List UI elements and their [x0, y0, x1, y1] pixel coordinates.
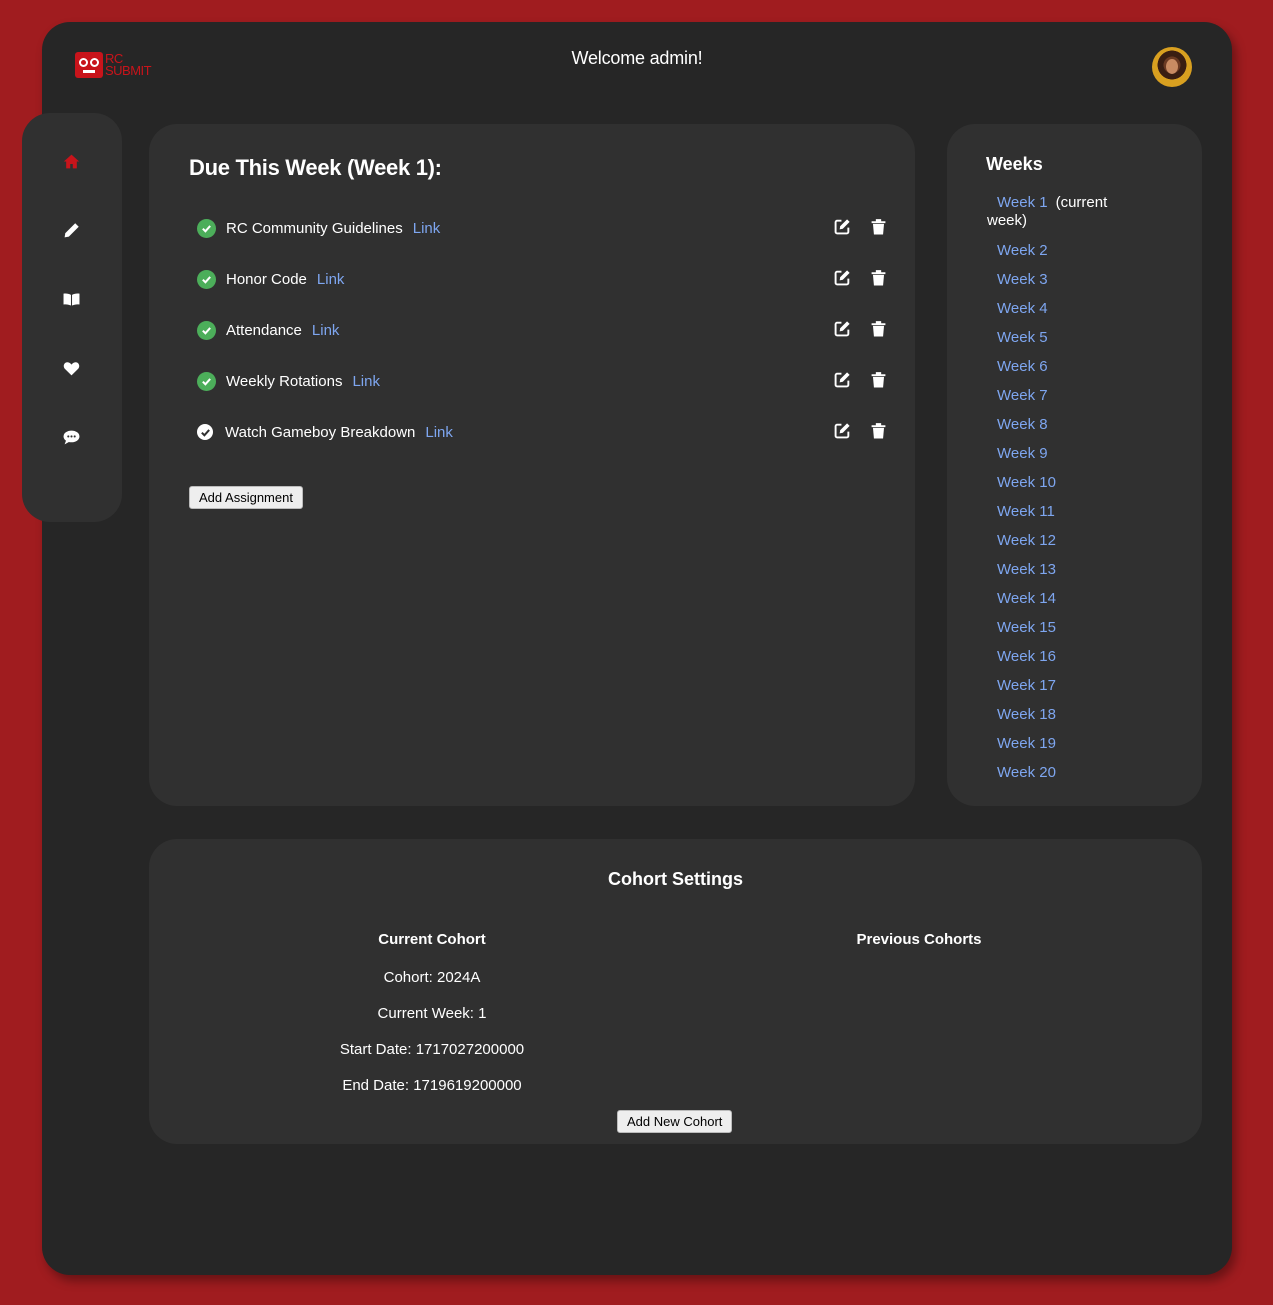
week-link[interactable]: Week 15 [997, 619, 1056, 636]
assignment-row: Watch Gameboy Breakdown Link [197, 421, 887, 443]
sidebar-nav [22, 113, 122, 522]
cohort-name: Cohort: 2024A [383, 969, 481, 986]
assignment-link[interactable]: Link [317, 271, 345, 288]
week-item: Week 5 [997, 329, 1107, 358]
week-link[interactable]: Week 4 [997, 300, 1048, 317]
assignment-name: Weekly Rotations [226, 372, 343, 390]
week-item: Week 14 [997, 590, 1107, 619]
heart-icon[interactable] [62, 359, 80, 377]
edit-icon[interactable] [834, 371, 851, 388]
assignment-row: RC Community Guidelines Link [197, 217, 887, 239]
week-link[interactable]: Week 1 [997, 194, 1048, 211]
trash-icon[interactable] [870, 422, 887, 439]
edit-icon[interactable] [834, 320, 851, 337]
assignment-name: RC Community Guidelines [226, 219, 403, 237]
week-link[interactable]: Week 13 [997, 561, 1056, 578]
welcome-message: Welcome admin! [571, 48, 703, 68]
week-link[interactable]: Week 19 [997, 735, 1056, 752]
assignment-row: Attendance Link [197, 319, 887, 341]
week-item: Week 12 [997, 532, 1107, 561]
week-link[interactable]: Week 8 [997, 416, 1048, 433]
assignment-name: Watch Gameboy Breakdown [225, 423, 416, 441]
book-icon[interactable] [62, 290, 80, 308]
previous-cohorts-section: Previous Cohorts [709, 931, 1129, 969]
week-item: Week 16 [997, 648, 1107, 677]
previous-cohorts-heading: Previous Cohorts [856, 931, 982, 948]
week-item: Week 17 [997, 677, 1107, 706]
current-week: Current Week: 1 [377, 1005, 487, 1022]
trash-icon[interactable] [870, 371, 887, 388]
assignment-name: Attendance [226, 321, 302, 339]
current-week-label: week) [987, 212, 1028, 229]
cohort-settings-card: Cohort Settings Current Cohort Cohort: 2… [149, 839, 1202, 1144]
week-link[interactable]: Week 18 [997, 706, 1056, 723]
week-link[interactable]: Week 17 [997, 677, 1056, 694]
week-link[interactable]: Week 10 [997, 474, 1056, 491]
week-item-1: Week 1 (current week) [987, 194, 1108, 242]
week-item: Week 11 [997, 503, 1107, 532]
check-circle-icon [197, 320, 216, 340]
week-item: Week 19 [997, 735, 1107, 764]
assignment-row: Weekly Rotations Link [197, 370, 887, 392]
user-avatar[interactable] [1152, 47, 1192, 87]
edit-icon[interactable] [834, 218, 851, 235]
current-cohort-section: Current Cohort Cohort: 2024A Current Wee… [222, 931, 642, 1113]
edit-icon[interactable] [834, 422, 851, 439]
week-link[interactable]: Week 7 [997, 387, 1048, 404]
week-link[interactable]: Week 16 [997, 648, 1056, 665]
assignment-link[interactable]: Link [413, 220, 441, 237]
weeks-title: Weeks [986, 154, 1043, 174]
week-item: Week 9 [997, 445, 1107, 474]
week-item: Week 7 [997, 387, 1107, 416]
weeks-list: Week 1 (current week) Week 2 Week 3 Week 4… [987, 194, 1108, 793]
week-link[interactable]: Week 11 [997, 503, 1055, 520]
week-link[interactable]: Week 6 [997, 358, 1048, 375]
week-link[interactable]: Week 20 [997, 764, 1056, 781]
due-title: Due This Week (Week 1): [189, 155, 442, 180]
check-circle-icon [197, 424, 213, 440]
week-item: Week 15 [997, 619, 1107, 648]
app-window: RC SUBMIT Welcome admin! Due This Week (… [22, 22, 1232, 1275]
weeks-card: Weeks Week 1 (current week) Week 2 Week 3 … [947, 124, 1202, 806]
week-link[interactable]: Week 3 [997, 271, 1048, 288]
trash-icon[interactable] [870, 218, 887, 235]
trash-icon[interactable] [870, 320, 887, 337]
week-item: Week 3 [997, 271, 1107, 300]
current-week-label: (current [1055, 194, 1108, 211]
week-item: Week 18 [997, 706, 1107, 735]
cohort-settings-title: Cohort Settings [608, 869, 743, 889]
week-item: Week 13 [997, 561, 1107, 590]
add-new-cohort-button[interactable]: Add New Cohort [617, 1110, 733, 1133]
check-circle-icon [197, 371, 216, 391]
week-link[interactable]: Week 12 [997, 532, 1056, 549]
check-circle-icon [197, 218, 216, 238]
week-item: Week 4 [997, 300, 1107, 329]
check-circle-icon [197, 269, 216, 289]
week-item: Week 8 [997, 416, 1107, 445]
assignment-name: Honor Code [226, 270, 307, 288]
week-item: Week 20 [997, 764, 1107, 793]
trash-icon[interactable] [870, 269, 887, 286]
week-link[interactable]: Week 9 [997, 445, 1048, 462]
assignment-link[interactable]: Link [425, 424, 453, 441]
chat-icon[interactable] [62, 428, 80, 446]
week-link[interactable]: Week 2 [997, 242, 1048, 259]
due-this-week-card: Due This Week (Week 1): RC Community Gui… [149, 124, 915, 806]
week-link[interactable]: Week 14 [997, 590, 1056, 607]
assignment-link[interactable]: Link [312, 322, 340, 339]
assignment-link[interactable]: Link [352, 373, 380, 390]
week-item: Week 2 [997, 242, 1107, 271]
assignment-row: Honor Code Link [197, 268, 887, 290]
current-cohort-heading: Current Cohort [378, 931, 486, 948]
start-date: Start Date: 1717027200000 [339, 1041, 525, 1058]
week-item: Week 6 [997, 358, 1107, 387]
pencil-icon[interactable] [62, 221, 80, 239]
end-date: End Date: 1719619200000 [342, 1077, 522, 1094]
add-assignment-button[interactable]: Add Assignment [189, 486, 303, 509]
week-item: Week 10 [997, 474, 1107, 503]
edit-icon[interactable] [834, 269, 851, 286]
home-icon[interactable] [62, 152, 80, 170]
week-link[interactable]: Week 5 [997, 329, 1048, 346]
